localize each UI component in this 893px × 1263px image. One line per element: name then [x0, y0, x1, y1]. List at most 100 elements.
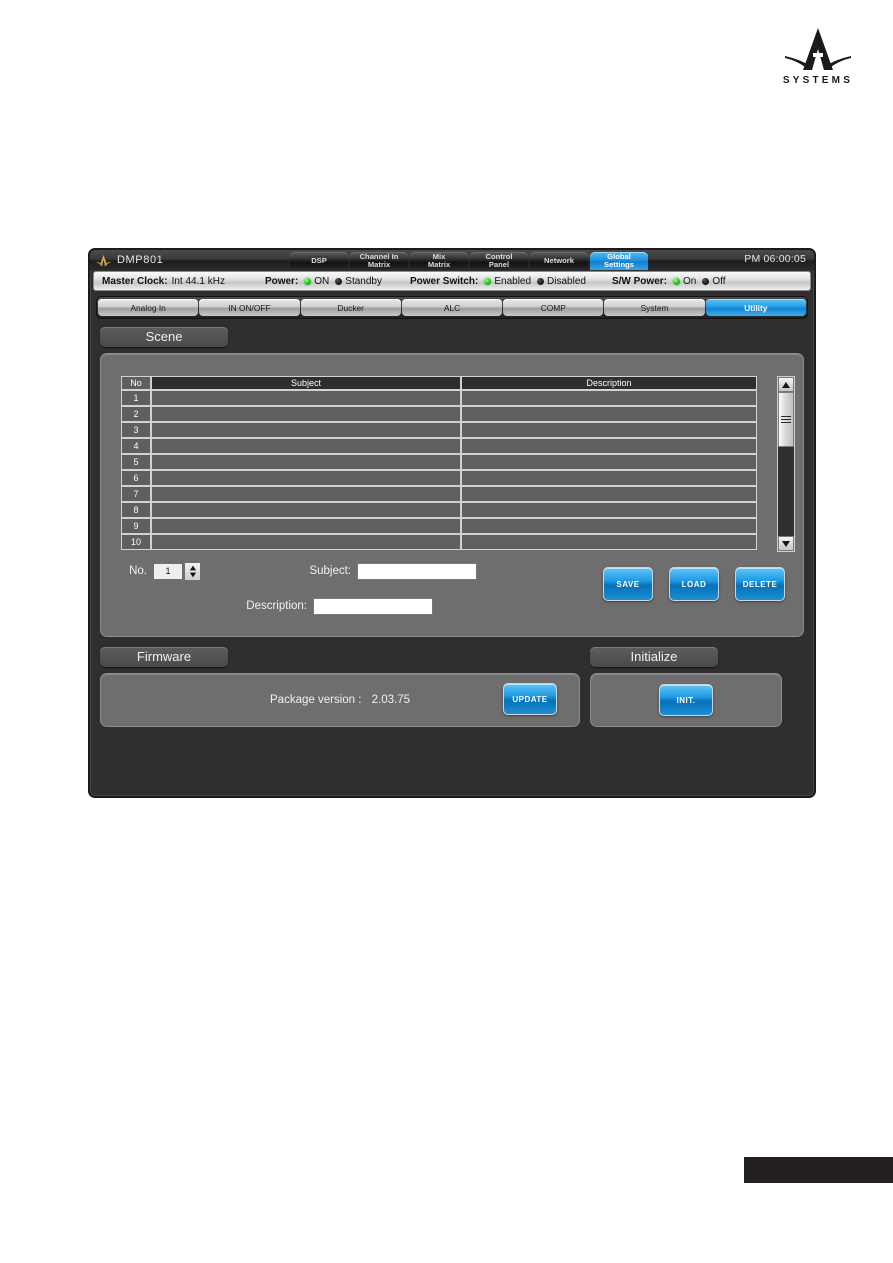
table-row[interactable]: 6: [121, 470, 775, 486]
power-on-label[interactable]: ON: [314, 276, 329, 287]
status-bar: Master Clock: Int 44.1 kHz Power: ON Sta…: [93, 271, 811, 291]
power-switch-label: Power Switch:: [409, 275, 479, 287]
delete-button[interactable]: DELETE: [735, 567, 785, 601]
table-row[interactable]: 1: [121, 390, 775, 406]
power-standby-label[interactable]: Standby: [345, 276, 382, 287]
cell-no: 7: [121, 486, 151, 502]
cell-no: 9: [121, 518, 151, 534]
column-header-no: No: [121, 376, 151, 390]
main-tab-global-settings[interactable]: Global Settings: [590, 252, 648, 270]
chevron-down-icon: [782, 540, 790, 547]
sw-power-off-led-icon[interactable]: [702, 277, 710, 285]
chevron-up-icon: [782, 381, 790, 388]
firmware-section-title: Firmware: [100, 647, 228, 667]
cell-description: [461, 470, 757, 486]
no-label: No.: [129, 565, 147, 577]
table-row[interactable]: 4: [121, 438, 775, 454]
sub-tab-analog-in[interactable]: Analog In: [98, 299, 199, 316]
initialize-section-header-wrap: Initialize: [590, 647, 782, 669]
init-button[interactable]: INIT.: [659, 684, 713, 716]
description-label: Description:: [246, 600, 307, 612]
table-row[interactable]: 3: [121, 422, 775, 438]
scene-table-scrollbar[interactable]: [777, 376, 795, 552]
cell-description: [461, 454, 757, 470]
sub-tab-comp-label: COMP: [540, 302, 566, 313]
sw-power-on-led-icon[interactable]: [672, 277, 680, 285]
footer-black-bar: [744, 1157, 893, 1183]
scrollbar-thumb[interactable]: [778, 392, 794, 447]
main-tab-mix-matrix[interactable]: Mix Matrix: [410, 252, 468, 270]
main-tab-bar[interactable]: DSP Channel In Matrix Mix Matrix Control…: [290, 251, 648, 270]
scene-no-input[interactable]: 1: [153, 562, 183, 580]
subject-input[interactable]: [357, 562, 477, 580]
table-row[interactable]: 10: [121, 534, 775, 550]
sub-tab-system[interactable]: System: [604, 299, 705, 316]
cell-description: [461, 390, 757, 406]
sw-power-off-label[interactable]: Off: [712, 276, 725, 287]
description-input[interactable]: [313, 597, 433, 615]
main-tab-network[interactable]: Network: [530, 252, 588, 270]
scene-action-buttons: SAVE LOAD DELETE: [603, 567, 785, 601]
brand-logo-text: SYSTEMS: [782, 75, 854, 86]
sub-tab-bar[interactable]: Analog In IN ON/OFF Ducker ALC COMP Syst…: [96, 296, 808, 319]
sub-tab-in-on-off[interactable]: IN ON/OFF: [199, 299, 300, 316]
sub-tab-system-label: System: [640, 302, 669, 313]
initialize-panel: INIT.: [590, 673, 782, 727]
update-button[interactable]: UPDATE: [503, 683, 557, 715]
status-master-clock: Master Clock: Int 44.1 kHz: [102, 276, 225, 287]
scrollbar-down-button[interactable]: [778, 536, 794, 551]
power-switch-enabled-led-icon[interactable]: [484, 277, 492, 285]
power-on-led-icon[interactable]: [304, 277, 312, 285]
cell-description: [461, 486, 757, 502]
sw-power-on-label[interactable]: On: [683, 276, 696, 287]
clock-display: PM 06:00:05: [744, 253, 806, 265]
main-tab-control-panel-line2: Panel: [488, 260, 510, 269]
sub-tab-alc-label: ALC: [443, 302, 461, 313]
initialize-column: Initialize INIT.: [590, 647, 782, 727]
cell-subject: [151, 502, 461, 518]
scene-table: No Subject Description 1 2 3 4 5 6 7 8 9…: [121, 376, 775, 550]
scene-section-header-wrap: Scene: [100, 327, 804, 349]
cell-description: [461, 438, 757, 454]
power-standby-led-icon[interactable]: [335, 277, 343, 285]
table-row[interactable]: 5: [121, 454, 775, 470]
table-row[interactable]: 9: [121, 518, 775, 534]
main-tab-dsp[interactable]: DSP: [290, 252, 348, 270]
column-header-description: Description: [461, 376, 757, 390]
a-systems-logo-icon: [785, 28, 851, 70]
initialize-section-title: Initialize: [590, 647, 718, 667]
cell-no: 4: [121, 438, 151, 454]
firmware-column: Firmware Package version : 2.03.75 UPDAT…: [100, 647, 580, 727]
cell-description: [461, 406, 757, 422]
cell-subject: [151, 422, 461, 438]
sub-tab-alc[interactable]: ALC: [401, 299, 503, 316]
stepper-up-icon[interactable]: [189, 565, 196, 570]
cell-description: [461, 502, 757, 518]
power-switch-enabled-label[interactable]: Enabled: [494, 276, 531, 287]
load-button[interactable]: LOAD: [669, 567, 719, 601]
sub-tab-comp[interactable]: COMP: [503, 299, 604, 316]
power-switch-disabled-label[interactable]: Disabled: [547, 276, 586, 287]
table-row[interactable]: 7: [121, 486, 775, 502]
save-button[interactable]: SAVE: [603, 567, 653, 601]
stepper-down-icon[interactable]: [189, 572, 196, 577]
scrollbar-up-button[interactable]: [778, 377, 794, 392]
table-row[interactable]: 2: [121, 406, 775, 422]
sub-tab-ducker-label: Ducker: [337, 302, 364, 313]
cell-no: 6: [121, 470, 151, 486]
scene-section-title: Scene: [100, 327, 228, 347]
main-tab-control-panel[interactable]: Control Panel: [470, 252, 528, 270]
scrollbar-track[interactable]: [778, 447, 794, 536]
table-row[interactable]: 8: [121, 502, 775, 518]
power-switch-disabled-led-icon[interactable]: [537, 277, 545, 285]
title-bar: DMP801 DSP Channel In Matrix Mix Matrix …: [90, 250, 814, 270]
sub-tab-ducker[interactable]: Ducker: [300, 299, 401, 316]
column-header-subject: Subject: [151, 376, 461, 390]
scene-no-stepper[interactable]: [184, 561, 201, 581]
brand-logo: SYSTEMS: [775, 24, 861, 86]
sub-tab-utility[interactable]: Utility: [705, 299, 806, 316]
subject-label: Subject:: [309, 565, 351, 577]
main-tab-channel-in-matrix[interactable]: Channel In Matrix: [350, 252, 408, 270]
package-version-label: Package version :: [270, 694, 362, 706]
cell-subject: [151, 406, 461, 422]
